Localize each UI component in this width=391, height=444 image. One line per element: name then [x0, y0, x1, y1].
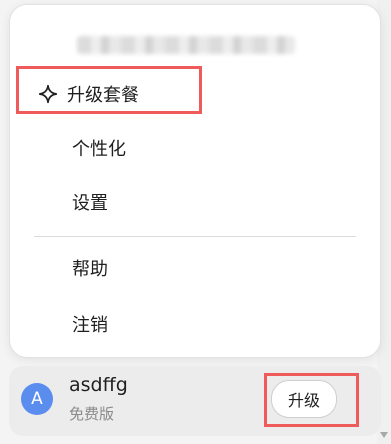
menu-item-label: 注销 — [72, 315, 108, 336]
menu-item-label: 升级套餐 — [67, 85, 139, 106]
scroll-down-arrow-icon[interactable] — [380, 432, 388, 438]
account-bar[interactable]: A asdffg 免费版 升级 — [9, 366, 381, 436]
avatar[interactable]: A — [21, 383, 53, 415]
upgrade-button[interactable]: 升级 — [271, 380, 337, 418]
plan-label: 免费版 — [69, 405, 115, 423]
menu-item-label: 帮助 — [72, 259, 108, 280]
menu-item-upgrade-plan[interactable]: 升级套餐 — [10, 72, 380, 116]
username: asdffg — [69, 374, 128, 396]
menu-divider — [34, 236, 356, 237]
menu-item-logout[interactable]: 注销 — [10, 302, 380, 346]
menu-item-personalization[interactable]: 个性化 — [10, 126, 380, 170]
menu-item-label: 个性化 — [72, 139, 126, 160]
sparkle-icon — [37, 83, 59, 105]
blurred-email — [77, 36, 295, 54]
account-dropdown-menu: 升级套餐 个性化 设置 帮助 注销 — [9, 4, 381, 358]
menu-item-label: 设置 — [72, 193, 108, 214]
menu-item-settings[interactable]: 设置 — [10, 180, 380, 224]
menu-item-help[interactable]: 帮助 — [10, 246, 380, 290]
